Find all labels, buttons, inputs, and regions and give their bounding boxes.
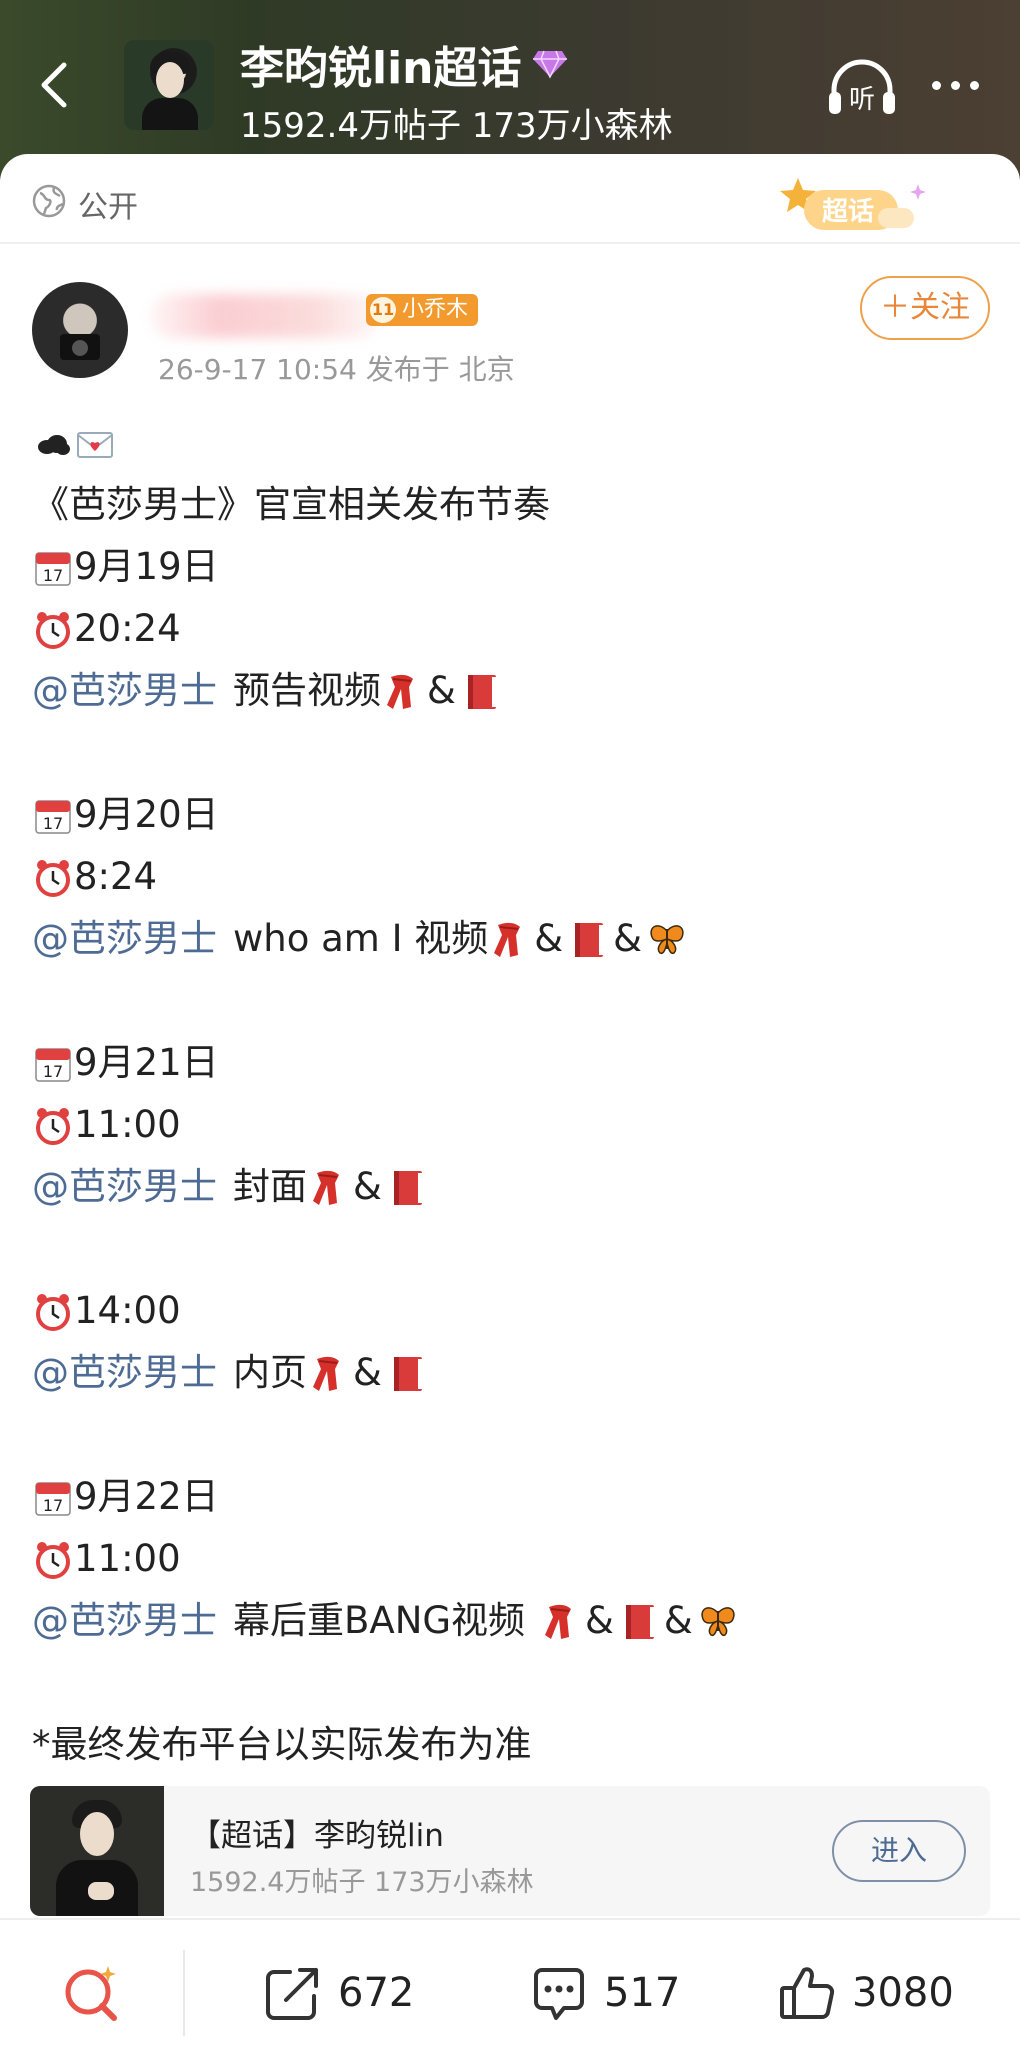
ai-search-icon[interactable] xyxy=(60,1960,124,2024)
schedule-date: 17 9月20日 xyxy=(32,784,992,846)
schedule-time: 11:00 xyxy=(32,1528,992,1590)
follow-button[interactable]: ＋关注 xyxy=(860,276,990,340)
svg-text:听: 听 xyxy=(849,85,875,115)
author-level-badge: 11 小乔木 xyxy=(366,294,479,326)
red-book-icon xyxy=(388,1166,426,1208)
red-book-icon xyxy=(462,670,500,712)
schedule-time: 14:00 xyxy=(32,1280,992,1342)
alarm-clock-icon xyxy=(34,1290,72,1332)
mention-link[interactable]: @芭莎男士 xyxy=(32,1156,217,1218)
red-book-icon xyxy=(569,918,607,960)
schedule-date: 17 9月21日 xyxy=(32,1032,992,1094)
topic-card[interactable]: 【超话】李昀锐lin 1592.4万帖子 173万小森林 进入 xyxy=(30,1786,990,1916)
chaohua-badge: 超话 xyxy=(780,178,926,230)
calendar-icon: 17 xyxy=(34,546,72,588)
more-options-button[interactable] xyxy=(920,60,990,110)
schedule-date: 17 9月19日 xyxy=(32,536,992,598)
share-count: 672 xyxy=(338,1970,415,2016)
alarm-clock-icon xyxy=(34,856,72,898)
schedule-item: @芭莎男士 幕后重BANG视频 & & xyxy=(32,1590,992,1652)
scarf-icon xyxy=(541,1600,579,1642)
share-icon xyxy=(266,1968,318,2020)
mention-link[interactable]: @芭莎男士 xyxy=(32,660,217,722)
scarf-icon xyxy=(309,1352,347,1394)
schedule-time: 8:24 xyxy=(32,846,992,908)
post-card: 公开 超话 11 小乔木 26-9-17 10:54 发布于 北京 ＋关注 《芭… xyxy=(0,154,1020,2068)
schedule-item: @芭莎男士 封面 & xyxy=(32,1156,992,1218)
red-book-icon xyxy=(620,1600,658,1642)
topic-stats: 1592.4万帖子 173万小森林 xyxy=(240,106,673,146)
svg-text:17: 17 xyxy=(43,1062,63,1081)
butterfly-icon xyxy=(699,1600,737,1642)
post-note: *最终发布平台以实际发布为准 xyxy=(32,1723,532,1766)
chevron-left-icon xyxy=(41,62,67,108)
bottom-action-bar: 672 517 3080 xyxy=(0,1918,1020,2068)
topic-avatar[interactable] xyxy=(124,40,214,130)
calendar-icon: 17 xyxy=(34,1476,72,1518)
topic-thumbnail xyxy=(30,1786,164,1916)
mention-link[interactable]: @芭莎男士 xyxy=(32,908,217,970)
topic-card-title: 【超话】李昀锐lin xyxy=(190,1818,444,1854)
comment-icon xyxy=(534,1968,584,2020)
calendar-icon: 17 xyxy=(34,794,72,836)
divider xyxy=(183,1950,185,2036)
schedule-time: 20:24 xyxy=(32,598,992,660)
alarm-clock-icon xyxy=(34,608,72,650)
red-book-icon xyxy=(388,1352,426,1394)
schedule-item: @芭莎男士 预告视频 & xyxy=(32,660,992,722)
schedule-item: @芭莎男士 who am I 视频 & & xyxy=(32,908,992,970)
scarf-icon xyxy=(309,1166,347,1208)
author-name-blurred[interactable] xyxy=(150,294,380,338)
back-button[interactable] xyxy=(24,50,84,120)
visibility-label: 公开 xyxy=(78,190,138,225)
schedule-item: @芭莎男士 内页 & xyxy=(32,1342,992,1404)
mention-link[interactable]: @芭莎男士 xyxy=(32,1590,217,1652)
cloud-icon xyxy=(34,422,72,464)
diamond-icon xyxy=(532,50,567,79)
post-meta: 26-9-17 10:54 发布于 北京 xyxy=(158,353,515,386)
mention-link[interactable]: @芭莎男士 xyxy=(32,1342,217,1404)
topic-title: 李昀锐lin超话 xyxy=(240,32,568,96)
scarf-icon xyxy=(490,918,528,960)
listen-button[interactable]: 听 xyxy=(826,56,898,118)
butterfly-icon xyxy=(648,918,686,960)
scarf-icon xyxy=(383,670,421,712)
comment-button[interactable]: 517 xyxy=(528,1958,680,2028)
enter-button[interactable]: 进入 xyxy=(832,1820,966,1882)
post-headline: 《芭莎男士》官宣相关发布节奏 xyxy=(32,483,550,526)
calendar-icon: 17 xyxy=(34,1042,72,1084)
author-avatar[interactable] xyxy=(32,282,128,378)
schedule-time: 11:00 xyxy=(32,1094,992,1156)
thumbs-up-icon xyxy=(780,1967,835,2019)
emoji-line xyxy=(32,412,992,474)
alarm-clock-icon xyxy=(34,1538,72,1580)
share-button[interactable]: 672 xyxy=(262,1958,414,2028)
svg-text:17: 17 xyxy=(43,566,63,585)
headphones-icon: 听 xyxy=(829,59,895,115)
like-button[interactable]: 3080 xyxy=(776,1958,954,2028)
topic-header: 李昀锐lin超话 1592.4万帖子 173万小森林 听 xyxy=(0,0,1020,180)
globe-icon xyxy=(32,184,66,218)
svg-text:超话: 超话 xyxy=(822,197,874,227)
svg-text:17: 17 xyxy=(43,1496,63,1515)
love-letter-icon xyxy=(76,422,114,464)
comment-count: 517 xyxy=(604,1970,681,2016)
visibility-row: 公开 超话 xyxy=(0,154,1020,244)
topic-card-stats: 1592.4万帖子 173万小森林 xyxy=(190,1867,534,1898)
svg-text:17: 17 xyxy=(43,814,63,833)
alarm-clock-icon xyxy=(34,1104,72,1146)
post-content: 《芭莎男士》官宣相关发布节奏 17 9月19日 20:24 @芭莎男士 预告视频… xyxy=(32,412,992,1776)
schedule-date: 17 9月22日 xyxy=(32,1466,992,1528)
like-count: 3080 xyxy=(852,1970,954,2016)
